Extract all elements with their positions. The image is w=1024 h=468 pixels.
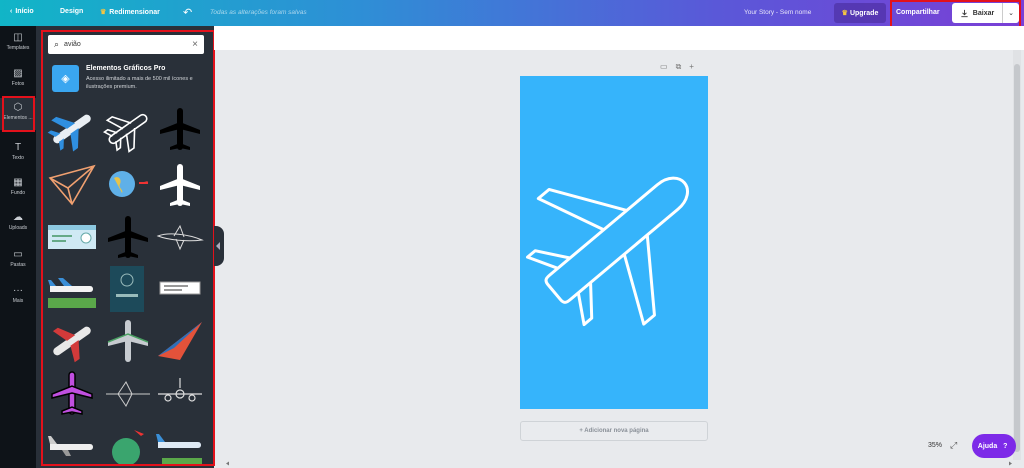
help-label: Ajuda (977, 442, 998, 450)
sidebar-rail (0, 26, 36, 468)
design-menu-button[interactable]: Design (60, 8, 83, 15)
add-icon[interactable]: + (689, 62, 694, 72)
chevron-left-icon: ‹ (10, 8, 13, 15)
upgrade-label: Upgrade (849, 9, 879, 17)
resize-label: Redimensionar (109, 8, 160, 16)
question-icon: ? (1003, 442, 1008, 450)
zoom-level[interactable]: 35% (928, 442, 942, 449)
page-tools: ▭ ⧉ + (660, 62, 694, 72)
add-page-button[interactable]: + Adicionar nova página (520, 421, 708, 441)
sidebar-item-uploads[interactable]: ☁ Uploads (0, 212, 36, 231)
highlight-box-panel (41, 30, 215, 466)
sidebar-item-text[interactable]: T Texto (0, 142, 36, 161)
sidebar-item-label: Mais (12, 298, 24, 304)
sidebar-item-label: Texto (12, 155, 24, 161)
sidebar-item-label: Pastas (10, 262, 26, 268)
design-page[interactable] (520, 76, 708, 409)
airplane-outline-graphic[interactable] (520, 76, 708, 409)
photo-icon: ▨ (13, 68, 23, 79)
help-button[interactable]: Ajuda ? (972, 434, 1016, 458)
duplicate-icon[interactable]: ⧉ (676, 62, 682, 72)
upgrade-button[interactable]: ♛ Upgrade (834, 3, 886, 23)
back-home-button[interactable]: ‹ Início (10, 8, 34, 15)
back-home-label: Início (15, 8, 34, 15)
pattern-icon: ▦ (13, 177, 23, 188)
cloud-upload-icon: ☁ (13, 212, 23, 223)
sidebar-item-background[interactable]: ▦ Fundo (0, 177, 36, 196)
crown-icon: ♛ (100, 9, 107, 16)
scrollbar-thumb[interactable] (1014, 64, 1020, 452)
sidebar-item-label: Templates (6, 45, 30, 51)
note-icon[interactable]: ▭ (660, 62, 668, 72)
folder-icon: ▭ (13, 249, 23, 260)
crown-icon: ♛ (841, 10, 848, 17)
horizontal-scrollbar[interactable] (226, 461, 1012, 466)
sidebar-item-photos[interactable]: ▨ Fotos (0, 68, 36, 87)
fullscreen-icon[interactable]: ⤢ (950, 440, 957, 451)
top-bar: ‹ Início Design ♛ Redimensionar ↶ Todas … (0, 0, 1024, 26)
text-icon: T (14, 142, 22, 153)
undo-icon[interactable]: ↶ (183, 6, 192, 19)
sidebar-item-label: Fundo (10, 190, 26, 196)
sidebar-item-folders[interactable]: ▭ Pastas (0, 249, 36, 268)
sidebar-item-more[interactable]: ··· Mais (0, 285, 36, 304)
layout-icon: ◫ (13, 32, 23, 43)
more-icon: ··· (13, 285, 23, 296)
collapse-panel-handle[interactable] (214, 226, 224, 266)
document-title[interactable]: Your Story - Sem nome (744, 9, 811, 16)
sidebar-item-label: Uploads (8, 225, 28, 231)
resize-button[interactable]: ♛ Redimensionar (100, 8, 160, 17)
sidebar-item-label: Fotos (11, 81, 25, 87)
sidebar-item-templates[interactable]: ◫ Templates (0, 32, 36, 51)
highlight-box-elements (2, 96, 35, 132)
editor-toolbar-strip (214, 26, 1024, 50)
save-status: Todas as alterações foram salvas (210, 9, 307, 16)
